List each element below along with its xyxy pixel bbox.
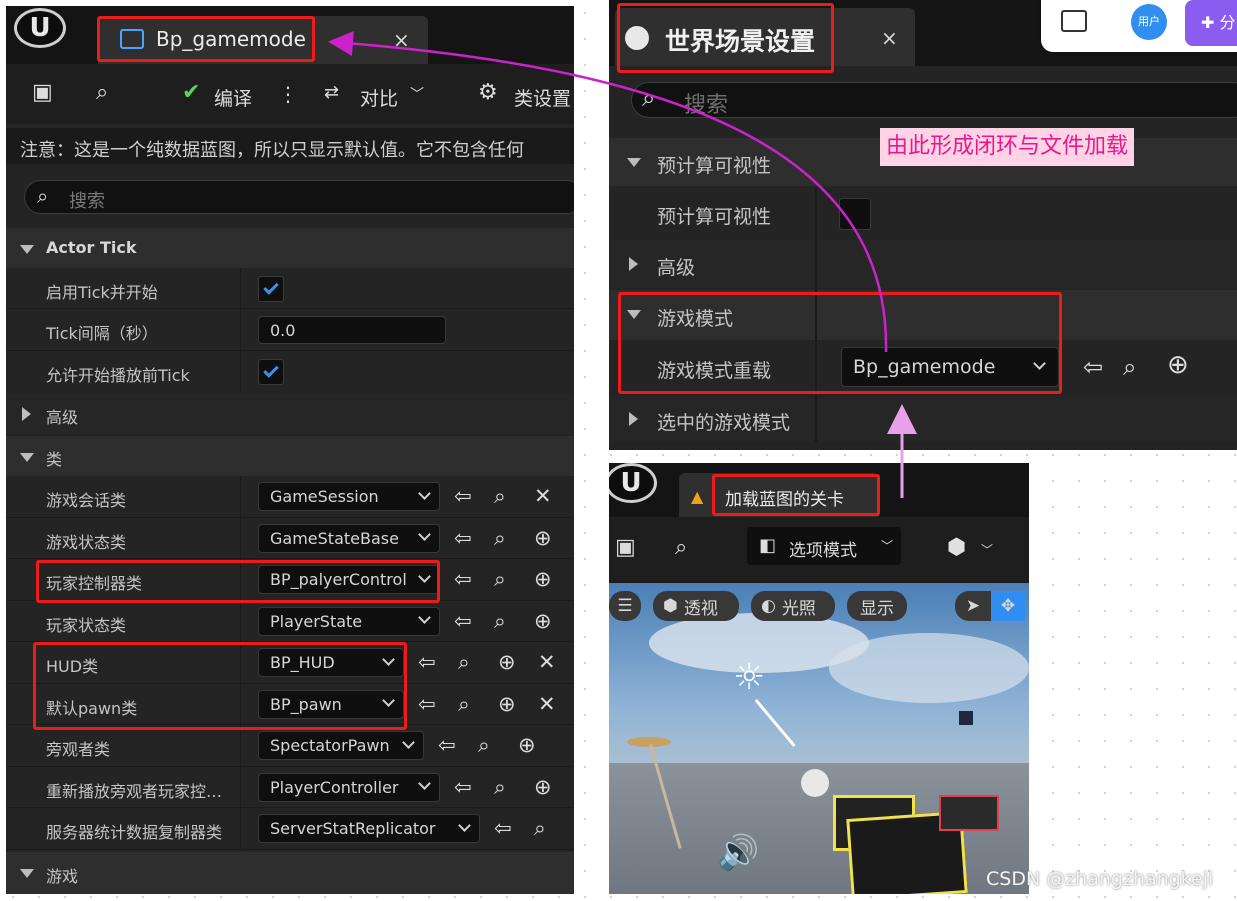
watermark-text: CSDN @zhangzhangkeji	[986, 868, 1214, 890]
arrow-to-bp-gamemode-tab	[328, 31, 888, 353]
annotation-arrows	[328, 31, 917, 498]
watermark: CSDN @zhangzhangkeji	[986, 868, 1213, 890]
